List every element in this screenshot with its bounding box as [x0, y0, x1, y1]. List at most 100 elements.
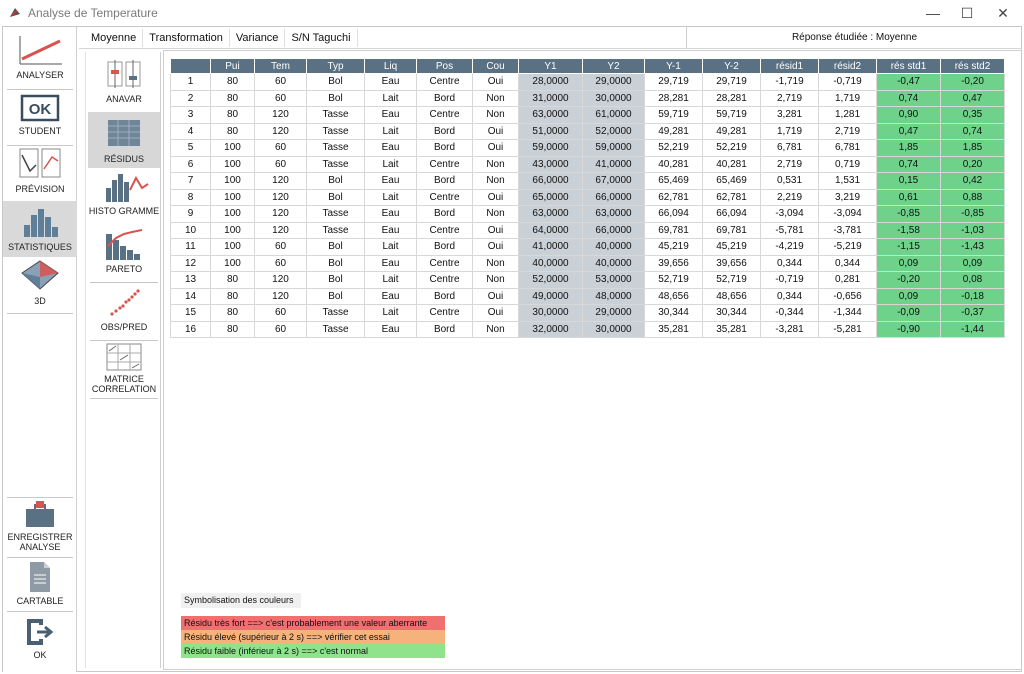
table-cell: 62,781	[702, 188, 761, 206]
table-cell: 0,74	[876, 155, 941, 173]
subbar-item-anavar[interactable]: ANAVAR	[88, 56, 160, 110]
table-row[interactable]: 10 100 120 Tasse Eau Centre Oui 64,0000 66,0000 6…	[170, 221, 1005, 239]
table-cell: 15	[170, 304, 211, 322]
table-cell: 66,094	[644, 205, 703, 223]
table-row[interactable]: 14 80 120 Bol Eau Bord Oui 49,0000 48,0000 48,656…	[170, 287, 1005, 305]
table-cell: -1,15	[876, 238, 941, 256]
table-row[interactable]: 16 80 60 Tasse Eau Bord Non 32,0000 30,0000 35,28…	[170, 320, 1005, 338]
table-cell: 0,88	[940, 188, 1005, 206]
table-cell: 29,0000	[582, 73, 645, 91]
table-cell: Lait	[364, 155, 417, 173]
table-row[interactable]: 8 100 120 Bol Lait Centre Oui 65,0000 66,0000 62,…	[170, 188, 1005, 206]
table-cell: 35,281	[702, 320, 761, 338]
subbar-item-residus[interactable]: RÉSIDUS	[88, 112, 160, 168]
table-row[interactable]: 7 100 120 Bol Eau Bord Non 66,0000 67,0000 65,469…	[170, 172, 1005, 190]
sidebar-item-ok[interactable]: OK	[3, 617, 77, 665]
table-cell: 2,719	[760, 89, 819, 107]
exit-icon	[27, 619, 54, 645]
table-cell: -0,719	[760, 271, 819, 289]
sidebar-item-analyser[interactable]: ANALYSER	[3, 33, 77, 87]
subbar-item-histogramme[interactable]: HISTO GRAMME	[88, 170, 160, 224]
subbar-item-pareto[interactable]: PARETO	[88, 226, 160, 280]
column-header[interactable]: rés std2	[940, 58, 1005, 74]
menu-sn-taguchi[interactable]: S/N Taguchi	[285, 28, 358, 47]
column-header[interactable]	[170, 58, 211, 74]
sidebar-item-student[interactable]: OK STUDENT	[3, 93, 77, 143]
menu-variance[interactable]: Variance	[230, 28, 286, 47]
table-row[interactable]: 3 80 120 Tasse Eau Centre Non 63,0000 61,0000 59,…	[170, 106, 1005, 124]
column-header[interactable]: Pui	[210, 58, 255, 74]
table-cell: 66,0000	[582, 188, 645, 206]
table-row[interactable]: 2 80 60 Bol Lait Bord Non 31,0000 30,0000 28,281 2…	[170, 89, 1005, 107]
correlation-matrix-icon	[106, 343, 142, 371]
table-cell: Bord	[416, 139, 473, 157]
table-cell: Non	[472, 106, 519, 124]
table-cell: 100	[210, 188, 255, 206]
column-header[interactable]: Cou	[472, 58, 519, 74]
table-cell: 0,531	[760, 172, 819, 190]
column-header[interactable]: Liq	[364, 58, 417, 74]
column-header[interactable]: Y2	[582, 58, 645, 74]
column-header[interactable]: Tem	[254, 58, 307, 74]
subbar-item-obs-pred[interactable]: OBS/PRED	[88, 286, 160, 340]
table-cell: 13	[170, 271, 211, 289]
table-row[interactable]: 6 100 60 Tasse Lait Centre Non 43,0000 41,0000 40…	[170, 155, 1005, 173]
column-header[interactable]: Pos	[416, 58, 473, 74]
table-cell: 49,281	[644, 122, 703, 140]
menu-moyenne[interactable]: Moyenne	[79, 28, 144, 47]
table-cell: Bord	[416, 89, 473, 107]
table-cell: 60	[254, 89, 307, 107]
close-button[interactable]: ✕	[980, 0, 1024, 26]
table-cell: 0,20	[940, 155, 1005, 173]
table-cell: 100	[210, 221, 255, 239]
table-cell: 63,0000	[582, 205, 645, 223]
table-row[interactable]: 1 80 60 Bol Eau Centre Oui 28,0000 29,0000 29,719…	[170, 73, 1005, 91]
table-cell: 28,0000	[518, 73, 583, 91]
app-logo-icon	[10, 8, 20, 17]
column-header[interactable]: résid2	[818, 58, 877, 74]
table-cell: 39,656	[644, 254, 703, 272]
table-row[interactable]: 15 80 60 Tasse Lait Centre Oui 30,0000 29,0000 30…	[170, 304, 1005, 322]
column-header[interactable]: Y-1	[644, 58, 703, 74]
table-cell: Tasse	[306, 139, 365, 157]
column-header[interactable]: rés std1	[876, 58, 941, 74]
table-cell: 59,719	[702, 106, 761, 124]
table-cell: 45,219	[702, 238, 761, 256]
table-cell: -1,58	[876, 221, 941, 239]
table-cell: -1,344	[818, 304, 877, 322]
table-row[interactable]: 5 100 60 Tasse Eau Bord Oui 59,0000 59,0000 52,21…	[170, 139, 1005, 157]
table-cell: 61,0000	[582, 106, 645, 124]
table-row[interactable]: 9 100 120 Tasse Eau Bord Non 63,0000 63,0000 66,0…	[170, 205, 1005, 223]
column-header[interactable]: Typ	[306, 58, 365, 74]
table-cell: 100	[210, 155, 255, 173]
sidebar-item-cartable[interactable]: CARTABLE	[3, 561, 77, 609]
sidebar-item-3d[interactable]: 3D	[3, 259, 77, 313]
table-cell: 120	[254, 205, 307, 223]
table-row[interactable]: 12 100 60 Bol Eau Centre Non 40,0000 40,0000 39,6…	[170, 254, 1005, 272]
table-row[interactable]: 11 100 60 Bol Lait Bord Oui 41,0000 40,0000 45,21…	[170, 238, 1005, 256]
menu-transformation[interactable]: Transformation	[143, 28, 230, 47]
table-cell: 80	[210, 287, 255, 305]
table-cell: 35,281	[644, 320, 703, 338]
sidebar-item-prevision[interactable]: PRÉVISION	[3, 147, 77, 199]
table-cell: 66,094	[702, 205, 761, 223]
sidebar-item-enregistrer-analyse[interactable]: ENREGISTRER ANALYSE	[3, 501, 77, 555]
column-header[interactable]: résid1	[760, 58, 819, 74]
sidebar-item-statistiques[interactable]: STATISTIQUES	[3, 201, 77, 257]
table-row[interactable]: 13 80 120 Bol Lait Centre Non 52,0000 53,0000 52,…	[170, 271, 1005, 289]
subbar-item-matrice-correlation[interactable]: MATRICE CORRELATION	[88, 342, 160, 398]
table-cell: 28,281	[702, 89, 761, 107]
table-cell: 45,219	[644, 238, 703, 256]
subbar-label-pareto: PARETO	[105, 264, 143, 274]
table-cell: 59,719	[644, 106, 703, 124]
table-cell: 60	[254, 73, 307, 91]
table-cell: -3,094	[760, 205, 819, 223]
column-header[interactable]: Y1	[518, 58, 583, 74]
table-row[interactable]: 4 80 120 Tasse Lait Bord Oui 51,0000 52,0000 49,2…	[170, 122, 1005, 140]
table-cell: 11	[170, 238, 211, 256]
table-cell: Oui	[472, 287, 519, 305]
ok-box-icon: OK	[20, 94, 60, 122]
table-cell: 60	[254, 238, 307, 256]
column-header[interactable]: Y-2	[702, 58, 761, 74]
table-cell: 64,0000	[518, 221, 583, 239]
